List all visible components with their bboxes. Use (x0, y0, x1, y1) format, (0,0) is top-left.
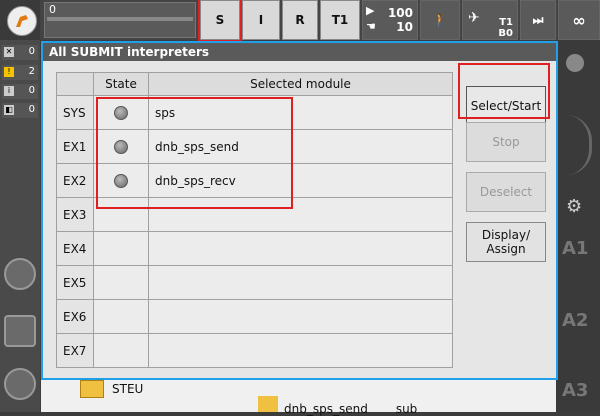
active-rows-highlight (96, 97, 293, 209)
row-state (93, 231, 149, 266)
table-row[interactable]: EX7 (56, 333, 453, 368)
table-row[interactable]: EX4 (56, 231, 453, 266)
override-jog-value: 10 (396, 20, 413, 34)
state-column-header: State (93, 72, 149, 96)
row-id: EX2 (56, 163, 94, 198)
submit-highlight (198, 0, 242, 42)
jog-robot-icon[interactable]: ⚙ (566, 196, 582, 217)
row-state (93, 299, 149, 334)
globe-icon[interactable] (566, 54, 584, 72)
row-id: EX6 (56, 299, 94, 334)
warn-count: 2 (28, 66, 35, 77)
stop-button[interactable]: Stop (466, 122, 546, 162)
tool-label: T1 (499, 17, 513, 28)
operating-mode-label: T1 (331, 13, 349, 27)
folder-icon (80, 380, 104, 398)
info-count: 0 (28, 85, 35, 96)
wait-message-counter[interactable]: ◧ 0 (2, 103, 38, 118)
deselect-label: Deselect (479, 185, 533, 199)
wait-count: 0 (28, 104, 35, 115)
table-header-row: State Selected module (56, 72, 453, 96)
ack-icon: ✕ (4, 47, 14, 57)
row-id: SYS (56, 95, 94, 130)
axis-a2-label[interactable]: A2 (562, 310, 588, 331)
drives-status-button[interactable]: I (242, 0, 280, 40)
ack-message-counter[interactable]: ✕ 0 (2, 45, 38, 60)
display-assign-label-1: Display/ (481, 228, 531, 242)
table-row[interactable]: EX5 (56, 265, 453, 300)
file-name: dnb_sps_send (284, 402, 368, 416)
row-state (93, 265, 149, 300)
info-icon: i (4, 86, 14, 96)
play-icon: ▶ (366, 4, 375, 17)
settings-gear-icon[interactable] (4, 258, 36, 290)
display-assign-button[interactable]: Display/ Assign (466, 222, 546, 262)
file-ext: sub (395, 402, 418, 416)
wait-icon: ◧ (4, 105, 14, 115)
row-module (148, 299, 453, 334)
display-assign-label-2: Assign (486, 242, 526, 256)
message-bar (47, 17, 193, 21)
message-window[interactable]: 0 (44, 2, 196, 38)
incremental-jog-button[interactable]: ⏭ (520, 0, 556, 40)
robot-logo-icon (7, 6, 37, 36)
row-state (93, 333, 149, 368)
row-id: EX1 (56, 129, 94, 164)
row-id: EX5 (56, 265, 94, 300)
axis-a1-label[interactable]: A1 (562, 238, 588, 259)
row-module (148, 265, 453, 300)
dialog-title: All SUBMIT interpreters (43, 43, 556, 61)
module-column-header: Selected module (148, 72, 453, 96)
warning-icon: ! (4, 67, 14, 77)
base-label: B0 (498, 28, 513, 39)
override-run-value: 100 (387, 6, 413, 20)
folder-label[interactable]: STEU (112, 382, 143, 396)
infinity-label: ∞ (572, 10, 586, 30)
robot-interpreter-label: R (295, 13, 305, 27)
skip-forward-icon: ⏭ (532, 12, 544, 27)
robot-interpreter-button[interactable]: R (282, 0, 318, 40)
table-row[interactable]: EX6 (56, 299, 453, 334)
hand-icon: ☚ (366, 20, 376, 33)
row-id: EX7 (56, 333, 94, 368)
row-module (148, 231, 453, 266)
axis-a3-label[interactable]: A3 (562, 380, 588, 401)
id-column-header (56, 72, 94, 96)
operating-mode-button[interactable]: T1 (320, 0, 360, 40)
user-group-icon[interactable] (4, 368, 36, 400)
main-menu-button[interactable] (0, 0, 40, 40)
ack-count: 0 (28, 46, 35, 57)
continuous-jog-button[interactable]: ∞ (558, 0, 600, 40)
drives-status-label: I (258, 13, 264, 27)
program-run-mode-button[interactable]: 🚶 (420, 0, 460, 40)
row-id: EX3 (56, 197, 94, 232)
row-id: EX4 (56, 231, 94, 266)
right-sidebar (556, 40, 600, 412)
tool-icon: ✈ (468, 10, 480, 26)
clock-icon[interactable] (4, 315, 36, 347)
select-start-highlight (458, 63, 550, 119)
info-message-counter[interactable]: i0 (2, 84, 38, 99)
walking-icon: 🚶 (432, 13, 448, 27)
stop-label: Stop (492, 135, 520, 149)
deselect-button[interactable]: Deselect (466, 172, 546, 212)
module-icon (258, 396, 278, 412)
file-label[interactable]: dnb_sps_send sub (284, 402, 417, 416)
warn-message-counter[interactable]: ! 2 (2, 65, 38, 80)
message-count: 0 (49, 3, 56, 16)
row-module (148, 333, 453, 368)
